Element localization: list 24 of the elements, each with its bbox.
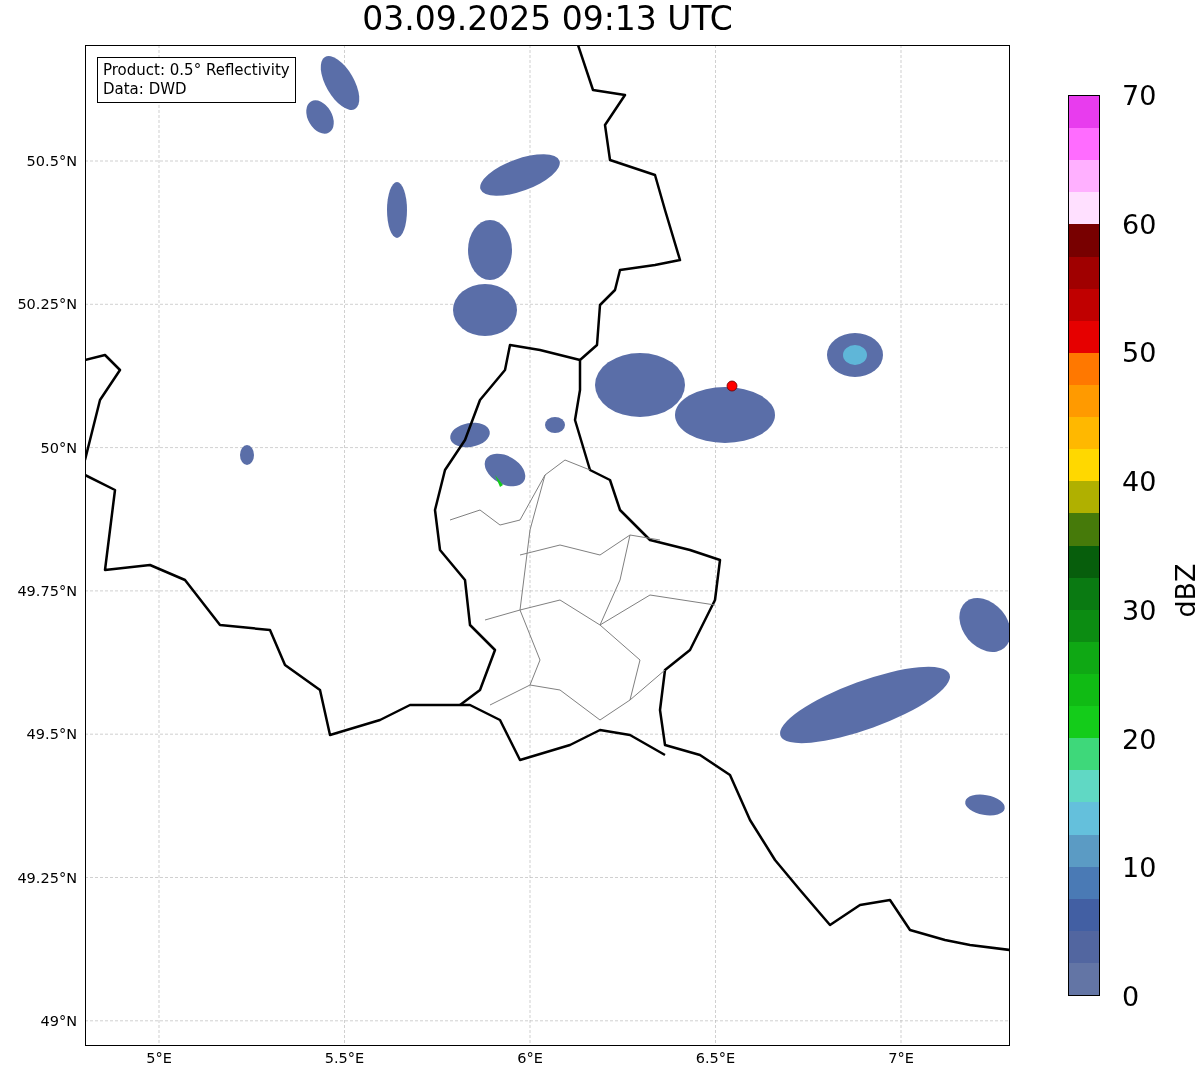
colorbar-label: dBZ [1169, 563, 1201, 618]
axis-tick-label: 6°E [517, 1050, 543, 1066]
axis-tick-label: 50.5°N [26, 153, 77, 169]
axis-tick-label: 5°E [146, 1050, 172, 1066]
colorbar-tick-label: 70 [1122, 79, 1157, 111]
colorbar-tick-label: 60 [1122, 208, 1157, 240]
axis-tick-label: 7°E [888, 1050, 914, 1066]
axis-tick-label: 49°N [40, 1012, 77, 1029]
legend-text: Product: 0.5° Reflectivity [103, 61, 290, 80]
axis-tick-label: 50.25°N [17, 296, 77, 313]
colorbar-tick-label: 40 [1122, 465, 1157, 497]
axis-tick-label: 49.25°N [17, 869, 77, 886]
axis-tick-label: 5.5°E [324, 1050, 365, 1066]
colorbar-tick-label: 20 [1122, 723, 1157, 755]
colorbar-tick-label: 10 [1122, 851, 1157, 883]
axis-tick-label: 6.5°E [695, 1050, 736, 1066]
axis-tick-label: 50°N [40, 439, 77, 456]
axis-tick-label: 49.5°N [26, 726, 77, 743]
legend-text: Data: DWD [103, 80, 188, 99]
colorbar-tick-label: 50 [1122, 336, 1157, 368]
chart-title: 03.09.2025 09:13 UTC [361, 0, 734, 40]
colorbar-tick-label: 30 [1122, 594, 1157, 626]
axis-tick-label: 49.75°N [17, 582, 77, 599]
colorbar-tick-label: 0 [1122, 980, 1140, 1012]
